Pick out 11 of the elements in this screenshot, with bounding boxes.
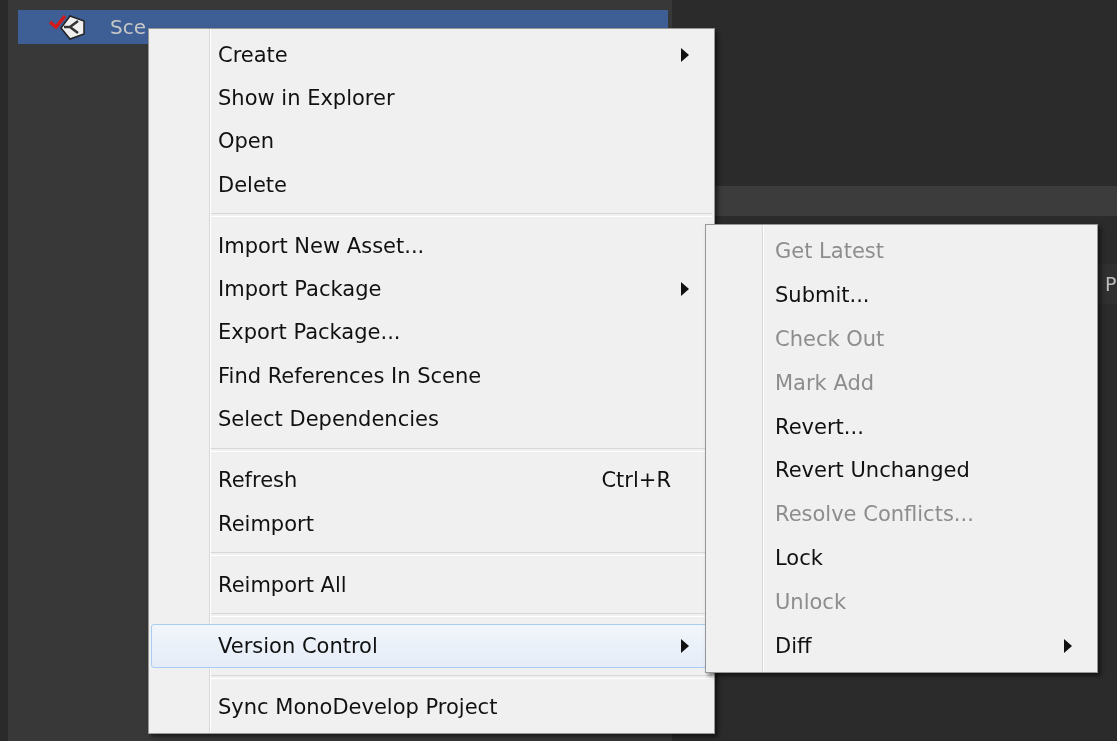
scene-icon <box>48 12 88 42</box>
menu-item[interactable]: Revert... <box>708 404 1095 449</box>
menu-item[interactable]: Submit... <box>708 272 1095 317</box>
menu-item[interactable]: Delete <box>151 162 712 207</box>
menu-item[interactable]: Lock <box>708 536 1095 581</box>
menu-item[interactable]: Open <box>151 119 712 163</box>
menu-item[interactable]: Show in Explorer <box>151 76 712 120</box>
menu-item[interactable]: Sync MonoDevelop Project <box>151 685 712 729</box>
panel-title: P <box>1105 273 1117 295</box>
scene-name: Sce <box>110 15 146 39</box>
menu-item[interactable]: Revert Unchanged <box>708 448 1095 493</box>
